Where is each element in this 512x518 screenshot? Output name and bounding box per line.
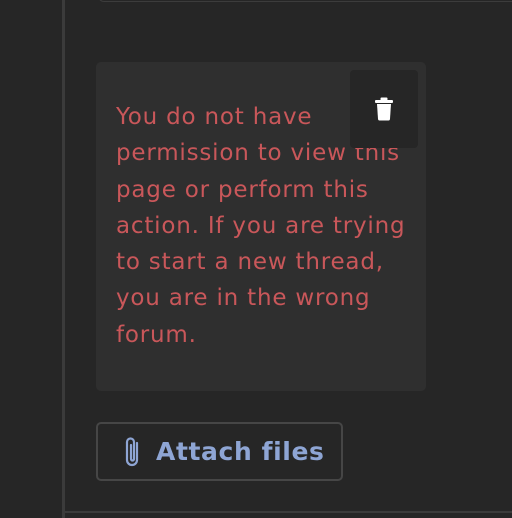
paperclip-icon <box>120 435 156 469</box>
attach-files-label: Attach files <box>156 437 325 466</box>
previous-panel-edge <box>98 0 512 2</box>
error-message-panel: You do not have permission to view this … <box>96 62 426 391</box>
trash-icon <box>374 97 394 121</box>
page: You do not have permission to view this … <box>0 0 512 518</box>
delete-button[interactable] <box>350 70 418 148</box>
left-gutter <box>0 0 62 518</box>
bottom-divider <box>65 511 512 513</box>
attach-files-button[interactable]: Attach files <box>96 422 343 481</box>
